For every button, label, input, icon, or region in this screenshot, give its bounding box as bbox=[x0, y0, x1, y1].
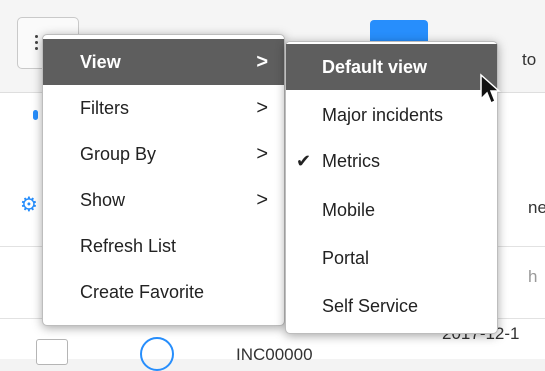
submenu-item-major-incidents[interactable]: Major incidents bbox=[286, 92, 497, 138]
info-circle-icon[interactable] bbox=[140, 337, 174, 371]
list-context-menu: View > Filters > Group By > Show > Refre… bbox=[42, 34, 285, 326]
row-checkbox[interactable] bbox=[36, 339, 68, 365]
menu-item-label: Filters bbox=[80, 97, 129, 118]
menu-item-group-by[interactable]: Group By > bbox=[43, 131, 284, 177]
menu-item-create-favorite[interactable]: Create Favorite bbox=[43, 269, 284, 315]
chevron-right-icon: > bbox=[256, 188, 268, 211]
submenu-item-mobile[interactable]: Mobile bbox=[286, 187, 497, 233]
chevron-right-icon: > bbox=[256, 142, 268, 165]
submenu-item-label: Mobile bbox=[322, 199, 376, 220]
mouse-pointer-icon bbox=[480, 73, 501, 105]
gear-icon[interactable]: ⚙ bbox=[20, 192, 38, 217]
view-submenu: Default view Major incidents ✔ Metrics M… bbox=[285, 41, 498, 334]
menu-item-label: View bbox=[80, 51, 121, 72]
search-placeholder-fragment: h bbox=[528, 267, 538, 286]
submenu-item-label: Default view bbox=[322, 56, 428, 77]
submenu-item-default-view[interactable]: Default view bbox=[286, 44, 497, 90]
menu-item-show[interactable]: Show > bbox=[43, 177, 284, 223]
vertical-dots-icon bbox=[35, 35, 39, 53]
menu-item-label: Show bbox=[80, 189, 126, 210]
submenu-item-label: Major incidents bbox=[322, 104, 444, 125]
row-number-cell: INC00000 bbox=[236, 345, 313, 364]
submenu-item-label: Metrics bbox=[322, 150, 380, 171]
menu-item-view[interactable]: View > bbox=[43, 39, 284, 85]
menu-item-refresh-list[interactable]: Refresh List bbox=[43, 223, 284, 269]
header-text-fragment: to bbox=[522, 50, 537, 69]
info-icon bbox=[33, 110, 38, 120]
menu-item-label: Refresh List bbox=[80, 235, 177, 256]
submenu-item-metrics[interactable]: ✔ Metrics bbox=[286, 138, 497, 184]
menu-item-label: Group By bbox=[80, 143, 157, 164]
submenu-item-self-service[interactable]: Self Service bbox=[286, 283, 497, 329]
chevron-right-icon: > bbox=[256, 96, 268, 119]
submenu-item-label: Self Service bbox=[322, 295, 419, 316]
menu-item-label: Create Favorite bbox=[80, 281, 205, 302]
submenu-item-portal[interactable]: Portal bbox=[286, 235, 497, 281]
header-text-fragment: ne bbox=[528, 198, 545, 217]
submenu-item-label: Portal bbox=[322, 247, 370, 268]
menu-item-filters[interactable]: Filters > bbox=[43, 85, 284, 131]
checkmark-icon: ✔ bbox=[296, 150, 312, 171]
chevron-right-icon: > bbox=[256, 50, 268, 73]
